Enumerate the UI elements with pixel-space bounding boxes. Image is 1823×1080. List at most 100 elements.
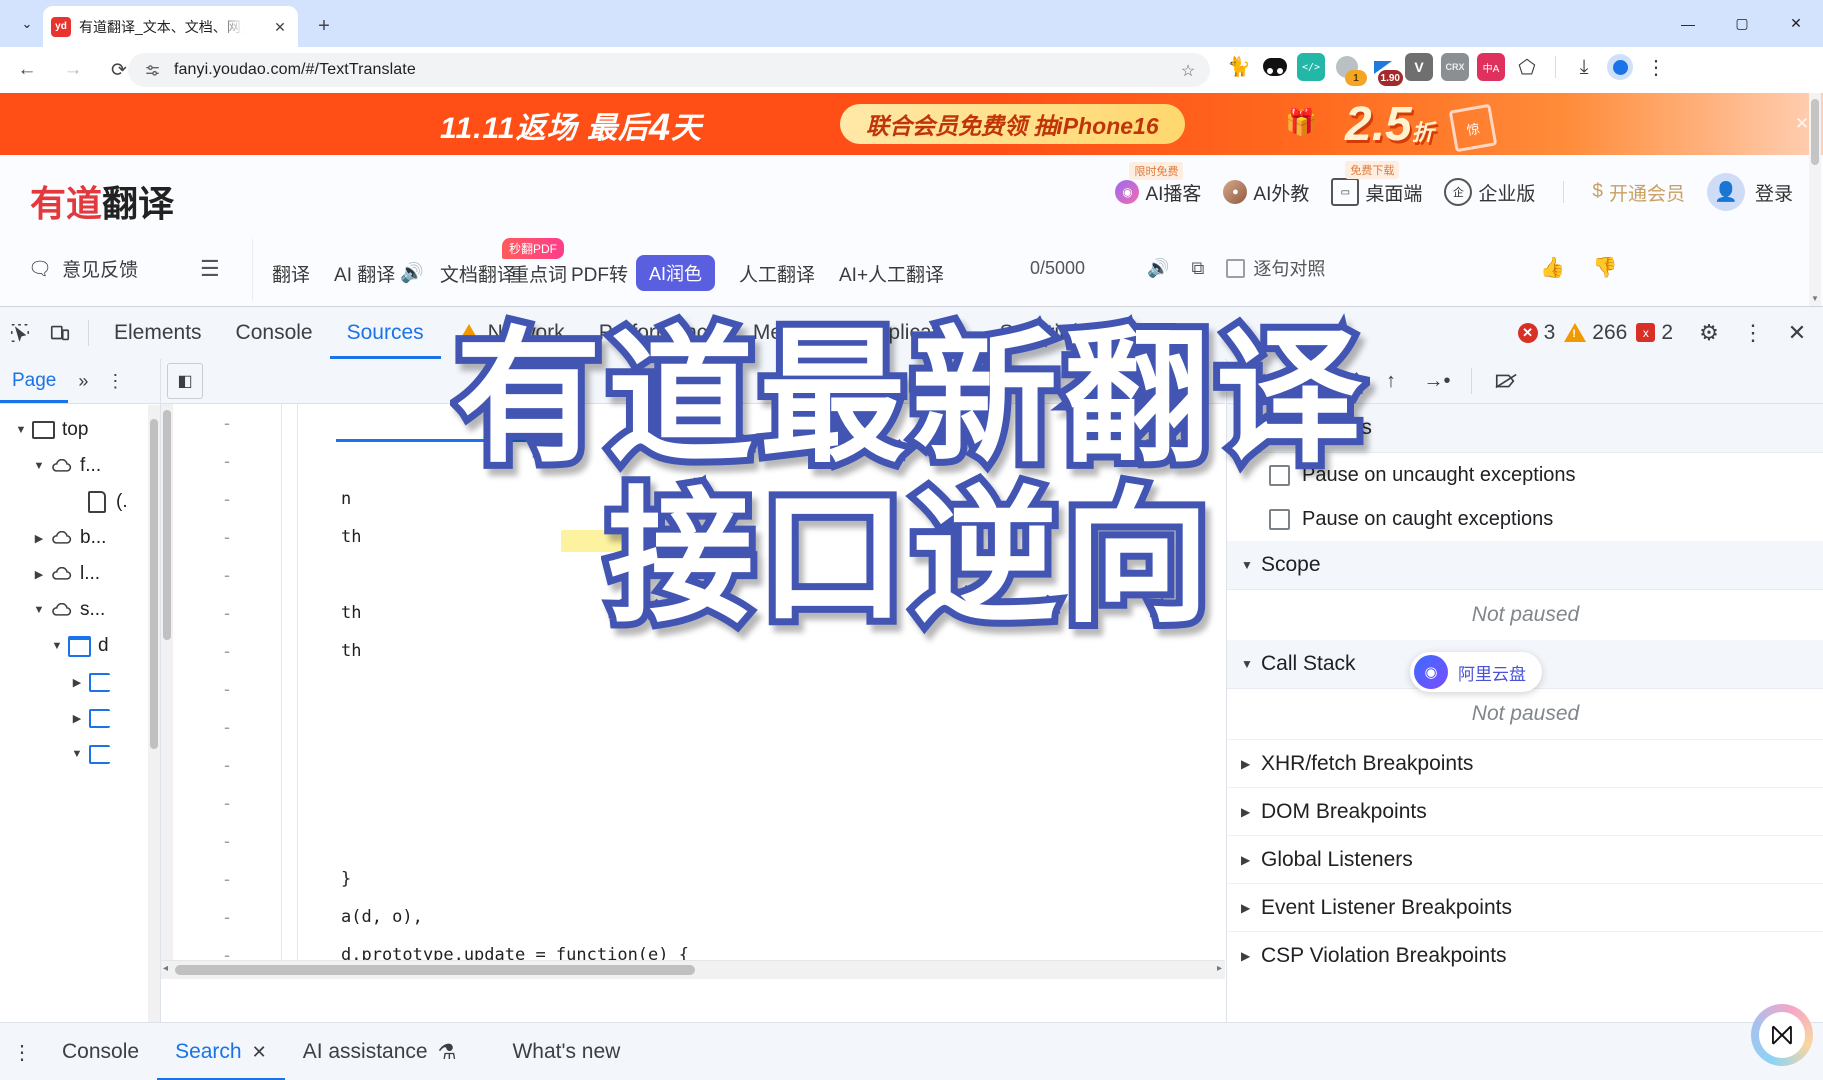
- fold-marker[interactable]: -: [213, 784, 241, 822]
- tab-close-icon[interactable]: ✕: [270, 17, 290, 37]
- window-close-button[interactable]: ✕: [1769, 0, 1823, 47]
- warning-counter[interactable]: 266: [1564, 321, 1627, 345]
- tab-security[interactable]: Security: [982, 308, 1092, 359]
- drawer-tab-search-close-icon[interactable]: ✕: [252, 1042, 267, 1063]
- hscroll-left-icon[interactable]: ◂: [163, 963, 168, 974]
- fold-marker[interactable]: -: [213, 746, 241, 784]
- twisty-icon[interactable]: ▶: [68, 712, 86, 725]
- profile-avatar-icon[interactable]: [1606, 53, 1634, 81]
- translate-extension-icon[interactable]: 中A: [1477, 53, 1505, 81]
- scope-section-header[interactable]: ▼ Scope: [1227, 541, 1823, 590]
- editor-vertical-scrollbar[interactable]: [161, 404, 173, 979]
- fold-marker[interactable]: -: [213, 442, 241, 480]
- fold-marker[interactable]: -: [213, 860, 241, 898]
- vimium-extension-icon[interactable]: V: [1405, 53, 1433, 81]
- browser-tab[interactable]: yd 有道翻译_文本、文档、网页、( ✕: [43, 6, 298, 47]
- youdao-logo[interactable]: 有道翻译: [30, 175, 174, 227]
- step-over-icon[interactable]: ⤻: [1279, 361, 1319, 401]
- editor-code[interactable]: n th n) th th } a(d, o), d.prototype.upd…: [341, 404, 1221, 974]
- checkbox-icon[interactable]: [1269, 464, 1290, 486]
- editor-file-tab[interactable]: [203, 360, 235, 403]
- pause-uncaught-row[interactable]: Pause on uncaught exceptions: [1227, 453, 1823, 497]
- fold-marker[interactable]: -: [213, 518, 241, 556]
- twisty-icon[interactable]: ▶: [30, 568, 48, 581]
- pause-caught-row[interactable]: Pause on caught exceptions: [1227, 497, 1823, 541]
- twisty-icon[interactable]: ▶: [30, 532, 48, 545]
- tab-sources[interactable]: Sources: [330, 308, 441, 359]
- editor-horizontal-scrollbar[interactable]: ◂ ▸: [161, 960, 1225, 979]
- devtools-close-icon[interactable]: ✕: [1775, 311, 1819, 355]
- issue-counter[interactable]: x 2: [1636, 321, 1673, 345]
- tab-console[interactable]: Console: [219, 308, 330, 359]
- step-into-icon[interactable]: ↓: [1325, 361, 1365, 401]
- window-minimize-button[interactable]: —: [1661, 0, 1715, 47]
- tab-search-icon[interactable]: ⌄: [12, 10, 42, 38]
- scroll-down-arrow[interactable]: ▼: [1809, 292, 1821, 304]
- twisty-icon[interactable]: ▼: [30, 460, 48, 472]
- promo-banner[interactable]: 11.11返场 最后4天 联合会员免费领 抽iPhone16 🎁 2.5折 惊 …: [0, 93, 1823, 155]
- page-scrollbar[interactable]: ▲ ▼: [1809, 93, 1821, 306]
- tab-ai-translate[interactable]: AI 翻译 🔊: [334, 260, 424, 287]
- crx-extension-icon[interactable]: CRX: [1441, 53, 1469, 81]
- collapse-sidebar-icon[interactable]: ◧: [167, 363, 203, 399]
- gear-icon[interactable]: ⚙: [1687, 311, 1731, 355]
- tree-node-sub3[interactable]: ▼: [0, 736, 160, 772]
- hscroll-right-icon[interactable]: ▸: [1217, 963, 1222, 974]
- nav-desktop[interactable]: 免费下载 ▭ 桌面端: [1331, 161, 1422, 206]
- tab-application[interactable]: Application: [846, 308, 983, 359]
- drawer-tab-search[interactable]: Search ✕: [157, 1024, 285, 1080]
- navigator-scrollbar-thumb[interactable]: [150, 419, 158, 749]
- sentence-align-checkbox[interactable]: 逐句对照: [1226, 255, 1325, 281]
- twisty-icon[interactable]: ▶: [68, 676, 86, 689]
- aliyun-drive-popup[interactable]: ◉ 阿里云盘: [1410, 652, 1542, 692]
- speaker-icon[interactable]: 🔊: [400, 261, 424, 285]
- feedback-button[interactable]: 🗨 意见反馈: [28, 255, 138, 282]
- panda-extension-icon[interactable]: [1261, 53, 1289, 81]
- tab-doc-translate[interactable]: 文档翻译: [440, 260, 516, 287]
- device-toolbar-icon[interactable]: [40, 313, 80, 353]
- drawer-tab-console[interactable]: Console: [44, 1024, 157, 1080]
- tab-translate[interactable]: 翻译: [272, 260, 310, 287]
- more-tabs-icon[interactable]: »: [1092, 308, 1136, 359]
- vip-subscribe-button[interactable]: $ 开通会员: [1592, 179, 1685, 206]
- tab-memory[interactable]: Memory: [736, 308, 846, 359]
- tab-ai-human-translate[interactable]: AI+人工翻译: [839, 260, 944, 287]
- inspect-element-icon[interactable]: [0, 313, 40, 353]
- tree-node-s[interactable]: ▼ s...: [0, 592, 160, 628]
- tree-node-sub1[interactable]: ▶: [0, 664, 160, 700]
- fold-marker[interactable]: -: [213, 480, 241, 518]
- twisty-icon[interactable]: ▼: [48, 640, 66, 652]
- csp-violation-breakpoints-accordion[interactable]: ▶ CSP Violation Breakpoints: [1227, 931, 1823, 979]
- nav-enterprise[interactable]: 企 企业版: [1444, 178, 1535, 206]
- fold-marker[interactable]: -: [213, 898, 241, 936]
- fold-marker[interactable]: -: [213, 556, 241, 594]
- browser-menu-icon[interactable]: ⋮: [1642, 53, 1670, 81]
- editor-body[interactable]: - - - - - - - - - - - - - - - n th n) th…: [161, 404, 1225, 979]
- bookmark-star-icon[interactable]: ☆: [1176, 59, 1200, 83]
- tab-ai-polish[interactable]: AI润色: [635, 255, 715, 291]
- tab-network[interactable]: Network: [441, 308, 582, 359]
- deactivate-breakpoints-icon[interactable]: [1486, 361, 1526, 401]
- drawer-kebab-icon[interactable]: ⋮: [0, 1040, 44, 1065]
- thumb-up-icon[interactable]: 👍: [1540, 255, 1565, 280]
- tree-node-d[interactable]: ▼ d: [0, 628, 160, 664]
- tree-node-top[interactable]: ▼ top: [0, 412, 160, 448]
- tree-node-sub2[interactable]: ▶: [0, 700, 160, 736]
- copy-icon[interactable]: ⧉: [1191, 258, 1204, 279]
- fold-marker[interactable]: -: [213, 822, 241, 860]
- promo-cta-button[interactable]: 联合会员免费领 抽iPhone16: [840, 104, 1185, 144]
- tab-human-translate[interactable]: 人工翻译: [739, 260, 815, 287]
- window-maximize-button[interactable]: ▢: [1715, 0, 1769, 47]
- proxy-extension-icon[interactable]: 1: [1333, 53, 1367, 86]
- drawer-tab-ai-assistance[interactable]: AI assistance ⚗: [285, 1024, 475, 1080]
- tab-performance[interactable]: Performance: [582, 308, 736, 359]
- tree-node-f[interactable]: ▼ f...: [0, 448, 160, 484]
- navigator-kebab-icon[interactable]: ⋮: [98, 371, 132, 392]
- twisty-icon[interactable]: ▼: [12, 424, 30, 436]
- thumb-down-icon[interactable]: 👎: [1593, 255, 1618, 280]
- global-listeners-accordion[interactable]: ▶ Global Listeners: [1227, 835, 1823, 883]
- fold-marker[interactable]: -: [213, 404, 241, 442]
- error-counter[interactable]: ✕ 3: [1517, 321, 1555, 345]
- step-icon[interactable]: →•: [1417, 361, 1457, 401]
- navigator-tab-page[interactable]: Page: [0, 360, 68, 403]
